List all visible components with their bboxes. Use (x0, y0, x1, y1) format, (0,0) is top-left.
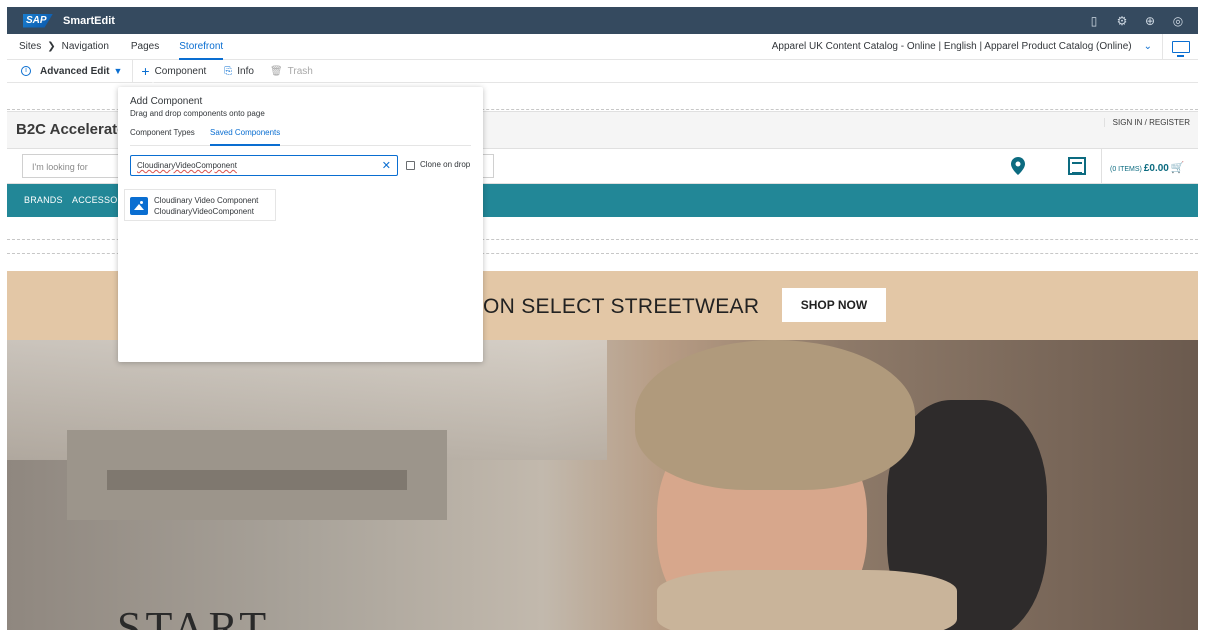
chevron-down-icon[interactable]: ⌄ (1144, 41, 1152, 52)
add-component-panel: Add Component Drag and drop components o… (118, 87, 483, 362)
tab-component-types[interactable]: Component Types (130, 128, 195, 137)
toolbar-divider (132, 59, 134, 83)
monitor-icon (1171, 40, 1190, 57)
tab-saved-components[interactable]: Saved Components (210, 128, 281, 146)
chevron-down-icon[interactable]: ▼ (113, 66, 122, 76)
trash-button[interactable]: Trash (288, 66, 313, 77)
component-result-item[interactable]: Cloudinary Video Component CloudinaryVid… (124, 189, 276, 221)
cart-total: £0.00 (1143, 163, 1169, 174)
crumb-sites[interactable]: Sites (19, 41, 41, 52)
app-name: SmartEdit (63, 14, 115, 27)
mini-cart[interactable]: (0 ITEMS) £0.00 🛒 (1101, 149, 1198, 184)
component-search-input[interactable]: CloudinaryVideoComponent ✕ (130, 155, 398, 176)
panel-title: Add Component (130, 96, 203, 107)
trash-icon[interactable]: 🗑 (270, 66, 283, 77)
clipboard-icon[interactable]: ▯ (1086, 14, 1102, 28)
info-button[interactable]: Info (237, 66, 254, 77)
clear-icon[interactable]: ✕ (382, 159, 391, 172)
catalog-selector[interactable]: Apparel UK Content Catalog - Online | En… (772, 41, 1132, 52)
promo-text: ON SELECT STREETWEAR (483, 295, 760, 318)
settings-icon[interactable]: ⚙ (1114, 14, 1130, 28)
chevron-right-icon: ❯ (47, 41, 56, 52)
component-type: CloudinaryVideoComponent (154, 207, 254, 216)
panel-tabs: Component Types Saved Components (130, 128, 471, 146)
shell-icons: ▯ ⚙ ⊕ ◎ (1086, 14, 1186, 28)
device-preview-button[interactable] (1162, 33, 1198, 60)
panel-subtitle: Drag and drop components onto page (130, 109, 265, 118)
sign-in-link[interactable]: SIGN IN / REGISTER (1103, 118, 1190, 127)
nav-storefront[interactable]: Storefront (179, 34, 224, 60)
toolbar: i Advanced Edit ▼ + Component ⎘ Info 🗑 T… (7, 59, 1198, 83)
order-form-icon[interactable] (1068, 157, 1086, 175)
shell-bar: SAP SmartEdit ▯ ⚙ ⊕ ◎ (7, 7, 1198, 34)
user-icon[interactable]: ◎ (1170, 14, 1186, 28)
cart-icon: 🛒 (1170, 162, 1185, 174)
search-value: CloudinaryVideoComponent (137, 161, 237, 170)
store-brand[interactable]: B2C Accelerator (16, 121, 132, 138)
hero-hat (635, 340, 915, 490)
clone-on-drop-checkbox[interactable] (406, 161, 415, 170)
store-nav-item[interactable]: BRANDS (24, 195, 63, 205)
cart-items: (0 ITEMS) (1110, 166, 1142, 173)
component-name: Cloudinary Video Component (154, 196, 259, 205)
mode-selector[interactable]: Advanced Edit (40, 66, 109, 77)
plus-icon[interactable]: + (141, 64, 149, 78)
nav-bar: Sites ❯ Navigation Pages Storefront Appa… (7, 33, 1198, 60)
image-icon (130, 197, 148, 215)
location-pin-icon[interactable] (1011, 157, 1025, 175)
hero-text: START (117, 603, 271, 630)
globe-icon[interactable]: ⊕ (1142, 14, 1158, 28)
component-button[interactable]: Component (155, 66, 207, 77)
hero-scarf (657, 570, 957, 630)
crumb-navigation[interactable]: Navigation (62, 41, 109, 52)
sap-logo: SAP (23, 13, 53, 28)
nav-pages[interactable]: Pages (131, 41, 159, 52)
shop-now-button[interactable]: SHOP NOW (782, 288, 886, 322)
page-info-icon[interactable]: ⎘ (224, 66, 232, 77)
hero-banner[interactable]: START (7, 340, 1198, 630)
info-icon[interactable]: i (21, 66, 31, 76)
hero-building (107, 470, 407, 490)
clone-on-drop-label[interactable]: Clone on drop (420, 160, 470, 169)
